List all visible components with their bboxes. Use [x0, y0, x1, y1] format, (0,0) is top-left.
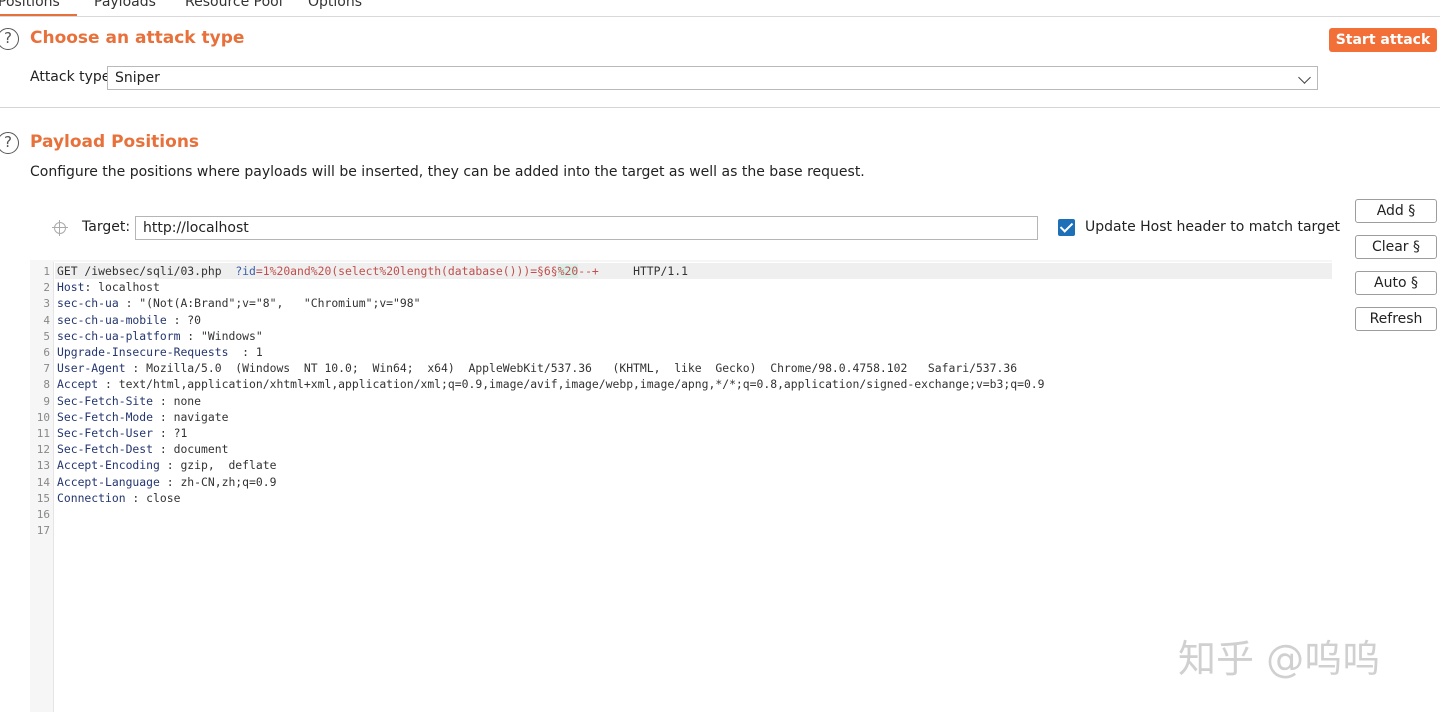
header-line[interactable]: Upgrade-Insecure-Requests : 1: [57, 345, 263, 359]
header-value: : document: [153, 442, 229, 457]
line-number: 11: [36, 427, 50, 440]
header-name: Connection: [57, 490, 126, 505]
header-line[interactable]: sec-ch-ua-mobile : ?0: [57, 313, 201, 327]
line-number: 12: [36, 443, 50, 457]
target-label: Target:: [82, 219, 131, 235]
header-value: : close: [125, 490, 181, 505]
line-number: 16: [36, 508, 50, 521]
line-number: 13: [36, 459, 50, 473]
header-value: : zh-CN,zh;q=0.9: [159, 474, 277, 489]
header-name: sec-ch-ua: [57, 296, 119, 311]
header-name: User-Agent: [57, 361, 126, 376]
line-number: 6: [43, 346, 50, 359]
update-host-checkbox[interactable]: [1058, 219, 1075, 236]
crosshair-icon: [52, 220, 68, 236]
header-value: : none: [153, 393, 202, 408]
header-name: sec-ch-ua-platform: [57, 328, 181, 343]
payload-positions-description: Configure the positions where payloads w…: [30, 164, 865, 180]
header-name: Host: [57, 280, 85, 295]
attack-type-value: Sniper: [115, 70, 160, 86]
line-number: 5: [43, 329, 50, 343]
header-line[interactable]: Accept-Language : zh-CN,zh;q=0.9: [57, 475, 276, 489]
attack-type-select[interactable]: Sniper: [107, 66, 1318, 90]
request-param-suffix: --+: [578, 264, 599, 278]
line-number: 2: [43, 281, 50, 295]
header-line[interactable]: Accept-Encoding : gzip, deflate: [57, 458, 276, 472]
request-version: HTTP/1.1: [598, 264, 688, 278]
start-attack-button[interactable]: Start attack: [1329, 28, 1437, 52]
tab-bar: Positions Payloads Resource Pool Options: [0, 0, 1440, 17]
header-line[interactable]: Sec-Fetch-User : ?1: [57, 426, 187, 440]
header-value: : "(Not(A:Brand";v="8", "Chromium";v="98…: [118, 296, 421, 311]
watermark: 知乎 @呜呜: [1178, 637, 1381, 681]
header-value: : gzip, deflate: [159, 458, 277, 473]
header-line[interactable]: Sec-Fetch-Dest : document: [57, 442, 228, 456]
attack-type-label: Attack type:: [30, 69, 116, 85]
line-number: 10: [36, 410, 50, 424]
header-line[interactable]: Sec-Fetch-Mode : navigate: [57, 410, 228, 424]
line-number: 8: [43, 378, 50, 392]
tab-payloads[interactable]: Payloads: [94, 0, 156, 10]
request-line[interactable]: GET /iwebsec/sqli/03.php ?id=1%20and%20(…: [57, 264, 688, 278]
chevron-down-icon: [1298, 71, 1311, 84]
header-name: Sec-Fetch-Site: [57, 393, 154, 408]
header-name: Sec-Fetch-Mode: [57, 409, 154, 424]
header-line[interactable]: Host: localhost: [57, 280, 160, 294]
header-line[interactable]: Sec-Fetch-Site : none: [57, 394, 201, 408]
header-line[interactable]: Connection : close: [57, 491, 180, 505]
payload-marker: %20: [557, 264, 579, 278]
header-name: Sec-Fetch-User: [57, 426, 154, 440]
line-number: 14: [36, 475, 50, 489]
header-value: : ?1: [153, 426, 188, 440]
header-name: Accept-Language: [57, 474, 160, 489]
header-line[interactable]: sec-ch-ua : "(Not(A:Brand";v="8", "Chrom…: [57, 296, 420, 310]
tab-positions[interactable]: Positions: [0, 0, 77, 16]
request-path: /iwebsec/sqli/03.php: [77, 264, 236, 278]
section-divider: [0, 107, 1440, 108]
header-name: Accept: [57, 377, 99, 392]
header-value: : text/html,application/xhtml+xml,applic…: [98, 377, 1045, 392]
header-name: Sec-Fetch-Dest: [57, 442, 154, 457]
clear-marker-button[interactable]: Clear §: [1355, 235, 1437, 259]
tab-resource-pool[interactable]: Resource Pool: [185, 0, 283, 10]
help-icon[interactable]: ?: [0, 28, 19, 50]
line-number: 1: [43, 265, 50, 278]
attack-type-title: Choose an attack type: [30, 28, 245, 48]
line-number: 3: [43, 297, 50, 311]
header-line[interactable]: sec-ch-ua-platform : "Windows": [57, 329, 263, 343]
payload-positions-title: Payload Positions: [30, 132, 200, 152]
request-param-value: =1%20and%20(select%20length(database()))…: [255, 264, 558, 278]
line-number: 17: [36, 524, 50, 538]
target-input[interactable]: http://localhost: [135, 216, 1038, 240]
auto-marker-button[interactable]: Auto §: [1355, 271, 1437, 295]
header-value: : navigate: [153, 409, 229, 424]
header-name: Upgrade-Insecure-Requests: [57, 345, 229, 359]
refresh-button[interactable]: Refresh: [1355, 307, 1437, 331]
line-number: 7: [43, 362, 50, 376]
header-line[interactable]: User-Agent : Mozilla/5.0 (Windows NT 10.…: [57, 361, 1017, 375]
help-icon[interactable]: ?: [0, 132, 19, 154]
header-value: : 1: [228, 345, 263, 359]
header-line[interactable]: Accept : text/html,application/xhtml+xml…: [57, 377, 1045, 391]
line-number: 4: [43, 313, 50, 327]
add-marker-button[interactable]: Add §: [1355, 199, 1437, 223]
header-value: : ?0: [166, 312, 202, 327]
tab-options[interactable]: Options: [308, 0, 362, 10]
header-value: : localhost: [84, 280, 160, 295]
request-method: GET: [57, 264, 78, 278]
request-param-name: ?id: [235, 264, 256, 278]
update-host-label[interactable]: Update Host header to match target: [1085, 219, 1340, 235]
header-name: Accept-Encoding: [57, 458, 160, 473]
header-name: sec-ch-ua-mobile: [57, 312, 167, 327]
header-value: : "Windows": [180, 328, 263, 343]
line-number: 15: [36, 491, 50, 505]
line-number: 9: [43, 394, 50, 408]
header-value: : Mozilla/5.0 (Windows NT 10.0; Win64; x…: [125, 361, 1018, 376]
